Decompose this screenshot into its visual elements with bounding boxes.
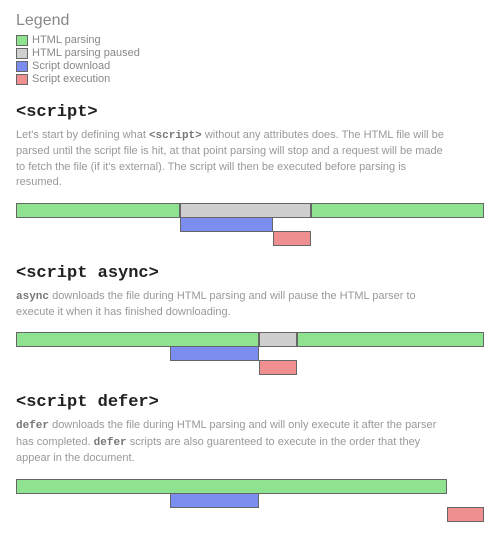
legend-label: HTML parsing paused xyxy=(32,47,140,59)
seg-script-download xyxy=(170,346,259,361)
swatch-blue-icon xyxy=(16,61,28,72)
seg-script-execution xyxy=(259,360,296,375)
timeline-script-async xyxy=(16,332,484,375)
legend-label: Script download xyxy=(32,60,110,72)
legend: Legend HTML parsing HTML parsing paused … xyxy=(16,12,484,85)
seg-html-parsing xyxy=(16,332,259,347)
seg-script-download xyxy=(180,217,274,232)
seg-script-execution xyxy=(273,231,310,246)
legend-item-html-parsing: HTML parsing xyxy=(16,34,484,46)
section-script-async: <script async> async downloads the file … xyxy=(16,264,484,376)
swatch-grey-icon xyxy=(16,48,28,59)
timeline-script-plain xyxy=(16,203,484,246)
timeline-script-defer xyxy=(16,479,484,522)
timeline-row-download xyxy=(16,493,484,508)
swatch-green-icon xyxy=(16,35,28,46)
seg-script-download xyxy=(170,493,259,508)
seg-html-parsing xyxy=(311,203,484,218)
description: defer downloads the file during HTML par… xyxy=(16,418,446,466)
legend-items: HTML parsing HTML parsing paused Script … xyxy=(16,34,484,85)
swatch-red-icon xyxy=(16,74,28,85)
timeline-row-download xyxy=(16,346,484,361)
heading: <script defer> xyxy=(16,393,484,412)
seg-html-parsing xyxy=(16,203,180,218)
description: async downloads the file during HTML par… xyxy=(16,289,446,321)
seg-html-paused xyxy=(259,332,296,347)
legend-label: Script execution xyxy=(32,73,110,85)
heading: <script async> xyxy=(16,264,484,283)
legend-item-script-execution: Script execution xyxy=(16,73,484,85)
legend-item-script-download: Script download xyxy=(16,60,484,72)
seg-html-parsing xyxy=(16,479,447,494)
section-script-plain: <script> Let's start by defining what <s… xyxy=(16,103,484,246)
legend-label: HTML parsing xyxy=(32,34,101,46)
seg-html-parsing xyxy=(297,332,484,347)
timeline-row-download xyxy=(16,217,484,232)
legend-title: Legend xyxy=(16,12,484,30)
legend-item-html-paused: HTML parsing paused xyxy=(16,47,484,59)
timeline-row-execute xyxy=(16,360,484,375)
timeline-row-execute xyxy=(16,507,484,522)
heading: <script> xyxy=(16,103,484,122)
section-script-defer: <script defer> defer downloads the file … xyxy=(16,393,484,521)
timeline-row-execute xyxy=(16,231,484,246)
seg-script-execution xyxy=(447,507,484,522)
timeline-row-parsing xyxy=(16,332,484,347)
timeline-row-parsing xyxy=(16,203,484,218)
description: Let's start by defining what <script> wi… xyxy=(16,128,446,191)
seg-html-paused xyxy=(180,203,311,218)
timeline-row-parsing xyxy=(16,479,484,494)
